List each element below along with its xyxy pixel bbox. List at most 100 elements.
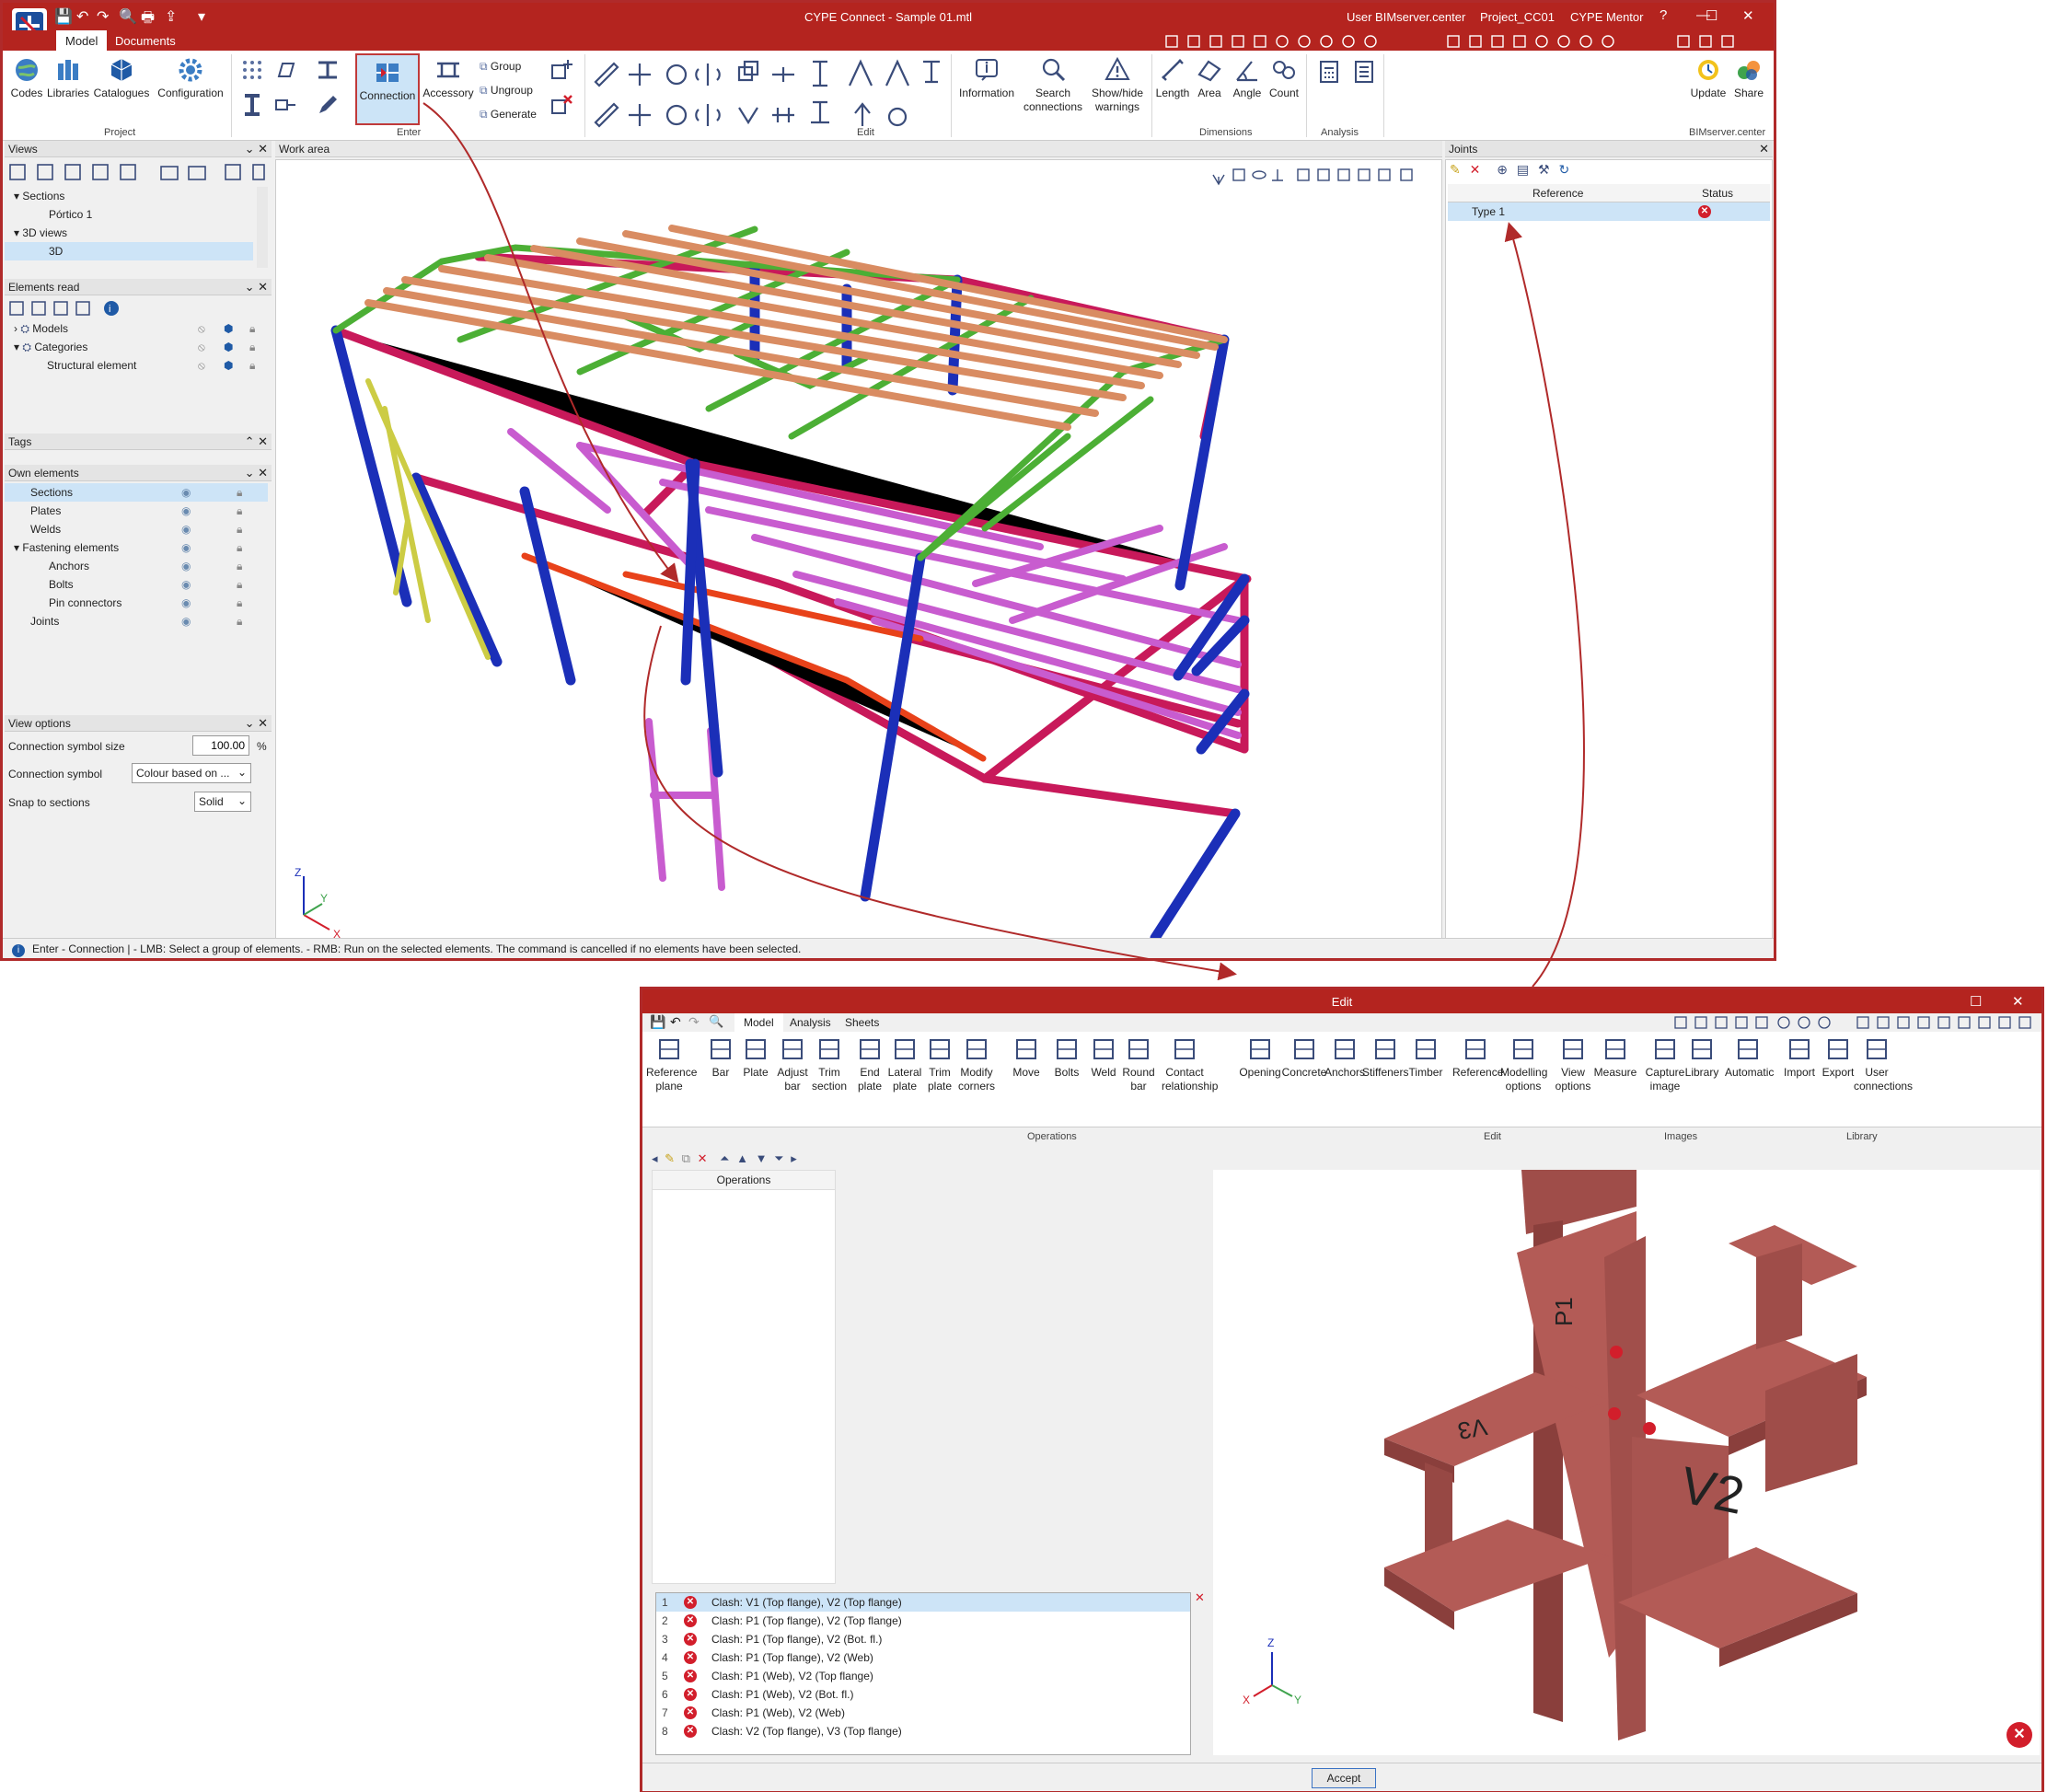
edit-ribbon-button-20[interactable]: Modelling options — [1500, 1035, 1547, 1093]
edit-ribbon: Reference plane Bar Plate Adjust bar Trim secti… — [642, 1032, 2041, 1127]
edit-title-bar: Edit ☐ ✕ — [642, 989, 2041, 1013]
edit-ribbon-button-9[interactable]: Move — [1003, 1035, 1049, 1080]
edit-3d-view[interactable]: V2 V3 P1 Z X Y ✕ — [1213, 1156, 2040, 1755]
accept-button[interactable]: Accept — [1312, 1768, 1376, 1788]
edit-tool-icon — [966, 1039, 987, 1059]
edit-ribbon-label: Library — [1684, 1066, 1719, 1079]
clash-row[interactable]: 2 ✕ Clash: P1 (Top flange), V2 (Top flange… — [656, 1612, 1190, 1630]
chevron-right-icon[interactable]: ▸ — [791, 1151, 797, 1165]
edit-tab-model[interactable]: Model — [734, 1013, 783, 1032]
edit-ribbon-label: Trim — [818, 1066, 840, 1079]
edit-tool-icon — [819, 1039, 839, 1059]
edit-tool-icon — [860, 1039, 880, 1059]
edit-tool-icon — [1655, 1039, 1675, 1059]
edit-ribbon-label-2: connections — [1854, 1080, 1914, 1093]
edit-ribbon-button-25[interactable]: Automatic — [1725, 1035, 1775, 1080]
edit-ribbon-button-4[interactable]: Trim section — [806, 1035, 852, 1093]
edit-ribbon-button-21[interactable]: View options — [1550, 1035, 1596, 1093]
clash-row[interactable]: 3 ✕ Clash: P1 (Top flange), V2 (Bot. fl.) — [656, 1630, 1190, 1648]
clash-row[interactable]: 7 ✕ Clash: P1 (Web), V2 (Web) — [656, 1704, 1190, 1722]
search-icon[interactable]: 🔍 — [709, 1014, 723, 1029]
edit-tab-sheets[interactable]: Sheets — [836, 1013, 888, 1032]
edit-tool-icon — [1563, 1039, 1583, 1059]
edit-ribbon-label-2: relationship — [1162, 1080, 1219, 1093]
edit-ribbon-button-8[interactable]: Modify corners — [954, 1035, 1000, 1093]
edit-tool-icon — [782, 1039, 803, 1059]
edit-ribbon-button-28[interactable]: User connections — [1854, 1035, 1913, 1093]
maximize-icon[interactable]: ☐ — [1970, 993, 1982, 1010]
clash-row-text: Clash: P1 (Web), V2 (Bot. fl.) — [711, 1688, 854, 1701]
clash-row[interactable]: 8 ✕ Clash: V2 (Top flange), V3 (Top flange… — [656, 1722, 1190, 1740]
clash-row-number: 1 — [662, 1596, 668, 1609]
edit-ribbon-label: User — [1865, 1066, 1889, 1079]
error-icon: ✕ — [684, 1633, 697, 1646]
clash-row[interactable]: 5 ✕ Clash: P1 (Web), V2 (Top flange) — [656, 1667, 1190, 1685]
clash-row[interactable]: 6 ✕ Clash: P1 (Web), V2 (Bot. fl.) — [656, 1685, 1190, 1704]
edit-ribbon-label: End — [860, 1066, 880, 1079]
edit-ribbon-button-0[interactable]: Reference plane — [646, 1035, 697, 1093]
edit-ribbon-label: Measure — [1593, 1066, 1637, 1079]
edit-group-label-images: Images — [1664, 1131, 1698, 1142]
clash-row[interactable]: 4 ✕ Clash: P1 (Top flange), V2 (Web) — [656, 1648, 1190, 1667]
edit-ribbon-button-17[interactable]: Stiffeners — [1362, 1035, 1408, 1080]
operations-header: Operations — [653, 1171, 835, 1190]
copy-icon[interactable]: ⧉ — [682, 1151, 690, 1165]
edit-tool-icon — [659, 1039, 679, 1059]
edit-ribbon-label: Export — [1821, 1066, 1855, 1079]
edit-ribbon-label: Adjust — [777, 1066, 808, 1079]
edit-ribbon-button-14[interactable]: Opening — [1237, 1035, 1283, 1080]
move-down-icon[interactable]: ▼ — [756, 1151, 768, 1165]
edit-ribbon-label: Round — [1122, 1066, 1155, 1079]
undo-icon[interactable]: ↶ — [670, 1014, 681, 1030]
edit-ribbon-label: Trim — [929, 1066, 951, 1079]
edit-ribbon-label-2: bar — [1130, 1080, 1147, 1093]
clash-row-number: 7 — [662, 1706, 668, 1719]
clash-row-text: Clash: P1 (Top flange), V2 (Bot. fl.) — [711, 1633, 883, 1646]
edit-ribbon-button-13[interactable]: Contact relationship — [1162, 1035, 1218, 1093]
connection-3d-model[interactable]: V2 V3 P1 Z X Y — [1213, 1156, 2040, 1755]
clash-row-text: Clash: V1 (Top flange), V2 (Top flange) — [711, 1596, 902, 1609]
edit-group-label-library: Library — [1846, 1131, 1878, 1142]
edit-tool-icon — [1867, 1039, 1887, 1059]
error-status-icon[interactable]: ✕ — [2007, 1722, 2032, 1748]
edit-ribbon-button-19[interactable]: Reference — [1452, 1035, 1503, 1080]
edit-view-toolbar[interactable] — [1673, 1015, 2041, 1030]
edit-ribbon-label: View — [1561, 1066, 1585, 1079]
edit-ribbon-label: Stiffeners — [1362, 1066, 1409, 1079]
edit-ribbon-button-15[interactable]: Concrete — [1281, 1035, 1327, 1080]
label-p1: P1 — [1550, 1297, 1578, 1326]
edit-ribbon-button-22[interactable]: Measure — [1592, 1035, 1638, 1080]
chevron-left-icon[interactable]: ◂ — [652, 1151, 658, 1165]
edit-ribbon-label-2: image — [1649, 1080, 1681, 1093]
error-icon: ✕ — [684, 1706, 697, 1719]
pencil-icon[interactable]: ✎ — [665, 1151, 675, 1165]
edit-ribbon-button-12[interactable]: Round bar — [1116, 1035, 1162, 1093]
close-icon[interactable]: ✕ — [2012, 993, 2024, 1010]
close-list-icon[interactable]: ✕ — [1195, 1590, 1205, 1605]
delete-icon[interactable]: ✕ — [698, 1151, 708, 1165]
move-top-icon[interactable]: ⏶ — [720, 1151, 729, 1165]
edit-axis-x-label: X — [1243, 1694, 1250, 1706]
edit-tool-icon — [1174, 1039, 1195, 1059]
edit-ribbon-label: Reference — [646, 1066, 698, 1079]
error-icon: ✕ — [684, 1614, 697, 1627]
edit-ribbon-button-16[interactable]: Anchors — [1322, 1035, 1368, 1080]
edit-ribbon-button-18[interactable]: Timber — [1403, 1035, 1449, 1080]
edit-ribbon-label: Automatic — [1725, 1066, 1775, 1079]
edit-tool-icon — [1465, 1039, 1486, 1059]
move-up-icon[interactable]: ▲ — [736, 1151, 748, 1165]
edit-tab-analysis[interactable]: Analysis — [781, 1013, 840, 1032]
edit-tool-icon — [746, 1039, 766, 1059]
clash-row-number: 4 — [662, 1651, 668, 1664]
move-bottom-icon[interactable]: ⏷ — [774, 1151, 783, 1165]
clash-row[interactable]: 1 ✕ Clash: V1 (Top flange), V2 (Top flange… — [656, 1593, 1190, 1612]
clash-row-number: 8 — [662, 1725, 668, 1738]
operations-list[interactable]: Operations — [652, 1170, 836, 1584]
save-icon[interactable]: 💾 — [650, 1014, 665, 1030]
edit-ribbon-label-2: plate — [892, 1080, 918, 1093]
redo-icon[interactable]: ↷ — [688, 1014, 700, 1030]
clash-row-number: 5 — [662, 1670, 668, 1682]
edit-ribbon-label: Plate — [743, 1066, 769, 1079]
edit-tool-icon — [930, 1039, 950, 1059]
edit-ribbon-button-24[interactable]: Library — [1679, 1035, 1725, 1080]
